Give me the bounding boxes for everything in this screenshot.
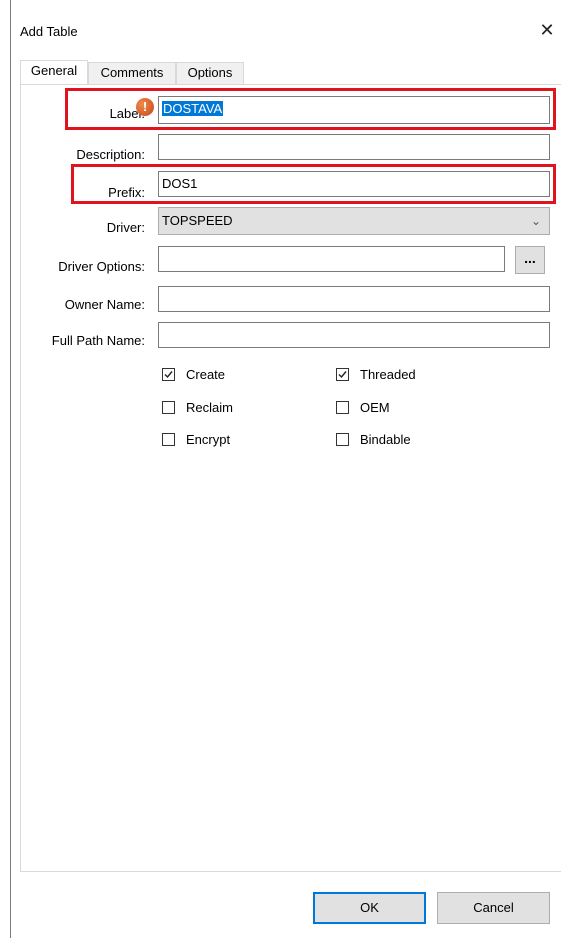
check-icon	[338, 371, 347, 379]
dialog-title: Add Table	[20, 24, 78, 39]
oem-checkbox-label[interactable]: OEM	[360, 400, 390, 416]
close-icon[interactable]: ✕	[538, 21, 556, 39]
tab-options[interactable]: Options	[176, 62, 244, 84]
ok-button[interactable]: OK	[313, 892, 426, 924]
encrypt-checkbox-label[interactable]: Encrypt	[186, 432, 230, 448]
window-left-border	[10, 0, 11, 938]
highlight-prefix-row	[71, 164, 556, 204]
tab-comments[interactable]: Comments	[88, 62, 176, 84]
owner-name-input[interactable]	[158, 286, 550, 312]
full-path-name-input[interactable]	[158, 322, 550, 348]
tab-general[interactable]: General	[20, 60, 88, 84]
create-checkbox-label[interactable]: Create	[186, 367, 225, 383]
bindable-checkbox[interactable]	[336, 433, 349, 446]
reclaim-checkbox[interactable]	[162, 401, 175, 414]
threaded-checkbox[interactable]	[336, 368, 349, 381]
reclaim-checkbox-label[interactable]: Reclaim	[186, 400, 233, 416]
oem-checkbox[interactable]	[336, 401, 349, 414]
description-input[interactable]	[158, 134, 550, 160]
threaded-checkbox-label[interactable]: Threaded	[360, 367, 416, 383]
owner-name-caption: Owner Name:	[64, 297, 145, 312]
driver-options-browse-button[interactable]: ...	[515, 246, 545, 274]
driver-options-input[interactable]	[158, 246, 505, 272]
driver-options-caption: Driver Options:	[58, 259, 145, 274]
encrypt-checkbox[interactable]	[162, 433, 175, 446]
driver-caption: Driver:	[106, 220, 145, 235]
description-caption: Description:	[76, 147, 145, 162]
driver-select-value: TOPSPEED	[162, 213, 233, 228]
driver-select[interactable]: TOPSPEED ⌄	[158, 207, 550, 235]
highlight-label-row	[65, 88, 556, 130]
full-path-name-caption: Full Path Name:	[51, 333, 145, 348]
chevron-down-icon: ⌄	[530, 214, 541, 228]
cancel-button[interactable]: Cancel	[437, 892, 550, 924]
check-icon	[164, 371, 173, 379]
create-checkbox[interactable]	[162, 368, 175, 381]
bindable-checkbox-label[interactable]: Bindable	[360, 432, 411, 448]
